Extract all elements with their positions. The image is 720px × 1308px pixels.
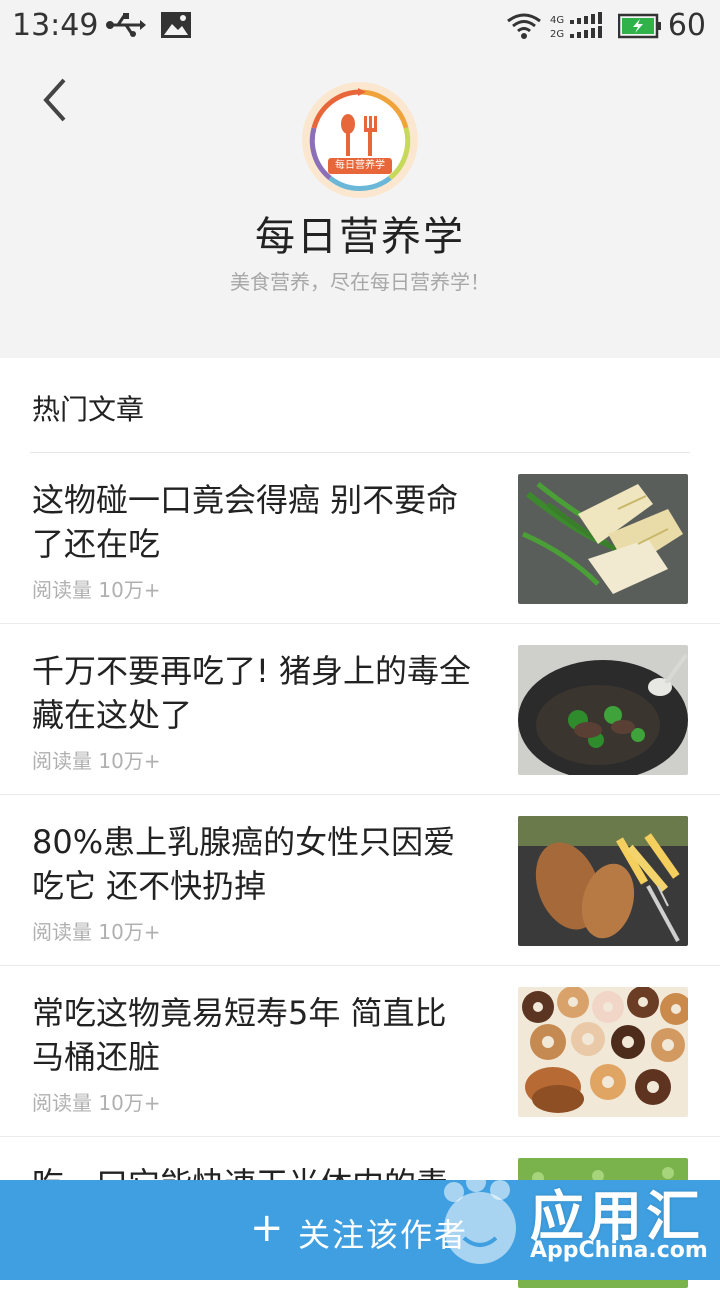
logo-text: 每日营养学	[335, 160, 385, 171]
usb-icon	[106, 10, 146, 44]
signal-icon: 4G 2G	[550, 12, 606, 44]
chevron-left-icon	[43, 78, 66, 122]
author-name: 每日营养学	[255, 214, 465, 260]
watermark-domain: AppChina.com	[530, 1238, 708, 1263]
status-time: 13:49	[12, 8, 99, 43]
article-thumbnail	[518, 816, 688, 946]
appchina-watermark: 应用汇 AppChina.com	[420, 1150, 720, 1280]
article-thumbnail	[518, 474, 688, 604]
watermark-logo-icon	[444, 1172, 516, 1264]
article-read-count: 阅读量 10万+	[32, 749, 161, 773]
article-title: 千万不要再吃了! 猪身上的毒全藏在这处了	[32, 652, 472, 734]
article-title: 80%患上乳腺癌的女性只因爱吃它 还不快扔掉	[32, 823, 456, 905]
article-item[interactable]: 80%患上乳腺癌的女性只因爱吃它 还不快扔掉 阅读量 10万+	[0, 796, 720, 966]
article-item[interactable]: 千万不要再吃了! 猪身上的毒全藏在这处了 阅读量 10万+	[0, 625, 720, 795]
article-title: 这物碰一口竟会得癌 别不要命了还在吃	[32, 481, 459, 563]
divider	[0, 965, 720, 966]
svg-text:4G: 4G	[550, 15, 564, 26]
divider	[0, 794, 720, 795]
author-description: 美食营养，尽在每日营养学！	[230, 270, 490, 294]
article-read-count: 阅读量 10万+	[32, 578, 161, 602]
wifi-icon	[506, 12, 542, 44]
plus-icon: +	[250, 1205, 284, 1251]
article-item[interactable]: 这物碰一口竟会得癌 别不要命了还在吃 阅读量 10万+	[0, 454, 720, 624]
divider	[0, 623, 720, 624]
divider	[0, 1136, 720, 1137]
article-thumbnail	[518, 645, 688, 775]
article-read-count: 阅读量 10万+	[32, 1091, 161, 1115]
article-title: 常吃这物竟易短寿5年 简直比马桶还脏	[32, 994, 447, 1076]
article-item[interactable]: 常吃这物竟易短寿5年 简直比马桶还脏 阅读量 10万+	[0, 967, 720, 1137]
article-read-count: 阅读量 10万+	[32, 920, 161, 944]
back-button[interactable]	[36, 74, 80, 126]
article-thumbnail	[518, 987, 688, 1117]
battery-level: 60	[667, 8, 706, 43]
status-bar: 13:49 4G 2G 60	[0, 0, 720, 52]
battery-icon	[617, 12, 662, 44]
section-title: 热门文章	[32, 393, 145, 426]
svg-text:2G: 2G	[550, 29, 564, 40]
divider	[30, 452, 690, 453]
image-icon	[160, 10, 192, 44]
profile-header: 每日营养学 每日营养学 美食营养，尽在每日营养学！	[0, 52, 720, 358]
author-logo: 每日营养学	[300, 80, 420, 200]
